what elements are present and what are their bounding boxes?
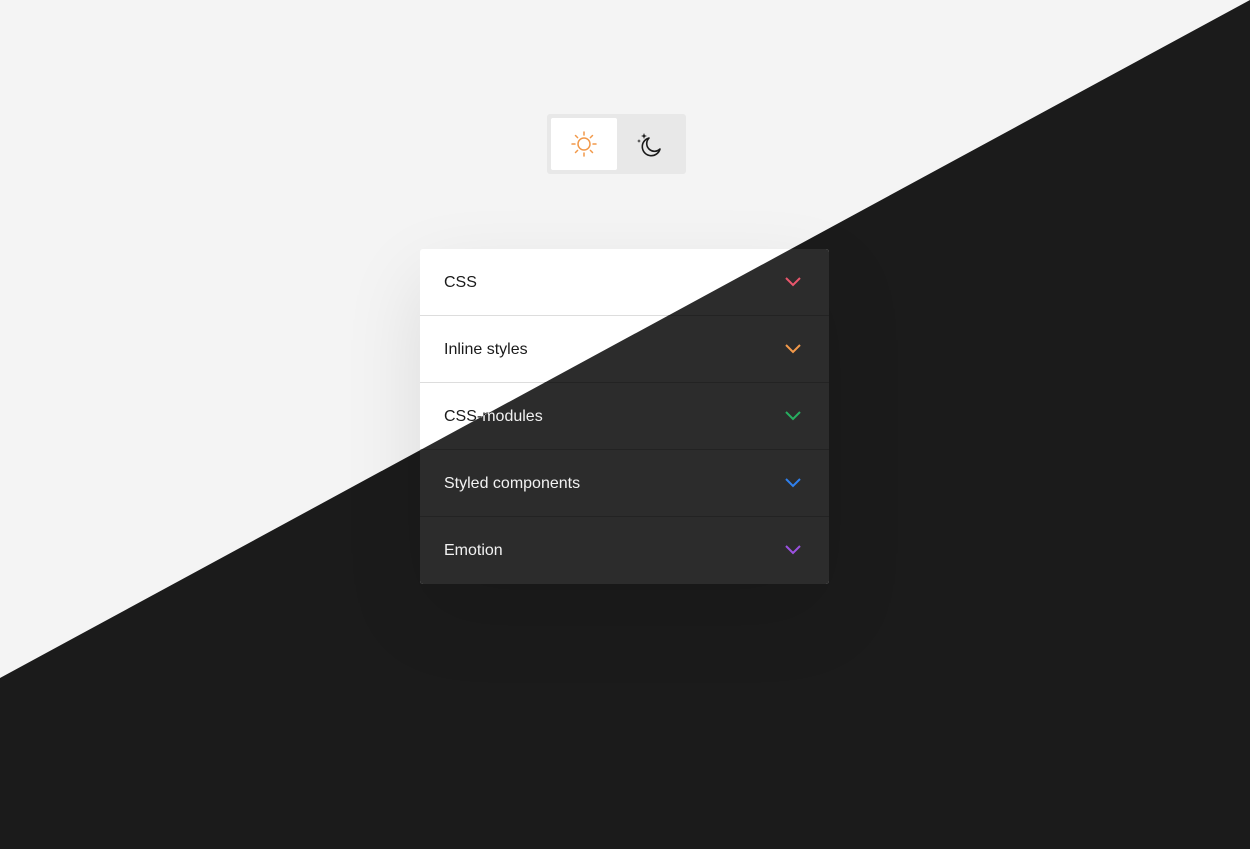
theme-toggle (547, 114, 686, 174)
accordion-item-label: Styled components (444, 475, 581, 492)
chevron-down-icon (785, 478, 801, 488)
chevron-down-icon (785, 344, 801, 354)
dark-theme-button[interactable] (617, 118, 683, 170)
light-theme-button[interactable] (551, 118, 617, 170)
chevron-down-icon (785, 277, 801, 287)
moon-stars-icon (637, 133, 661, 157)
accordion-item-label: Emotion (444, 542, 503, 559)
accordion-item-label: CSS (444, 274, 477, 291)
accordion-item-emotion-dark[interactable]: Emotion (420, 517, 829, 584)
sun-icon (571, 131, 597, 157)
accordion-item-styled-components-dark[interactable]: Styled components (420, 450, 829, 517)
accordion: CSS Inline styles CSS-modules Styled com… (420, 249, 829, 584)
chevron-down-icon (785, 545, 801, 555)
accordion-item-label: Inline styles (444, 341, 528, 358)
chevron-down-icon (785, 411, 801, 421)
